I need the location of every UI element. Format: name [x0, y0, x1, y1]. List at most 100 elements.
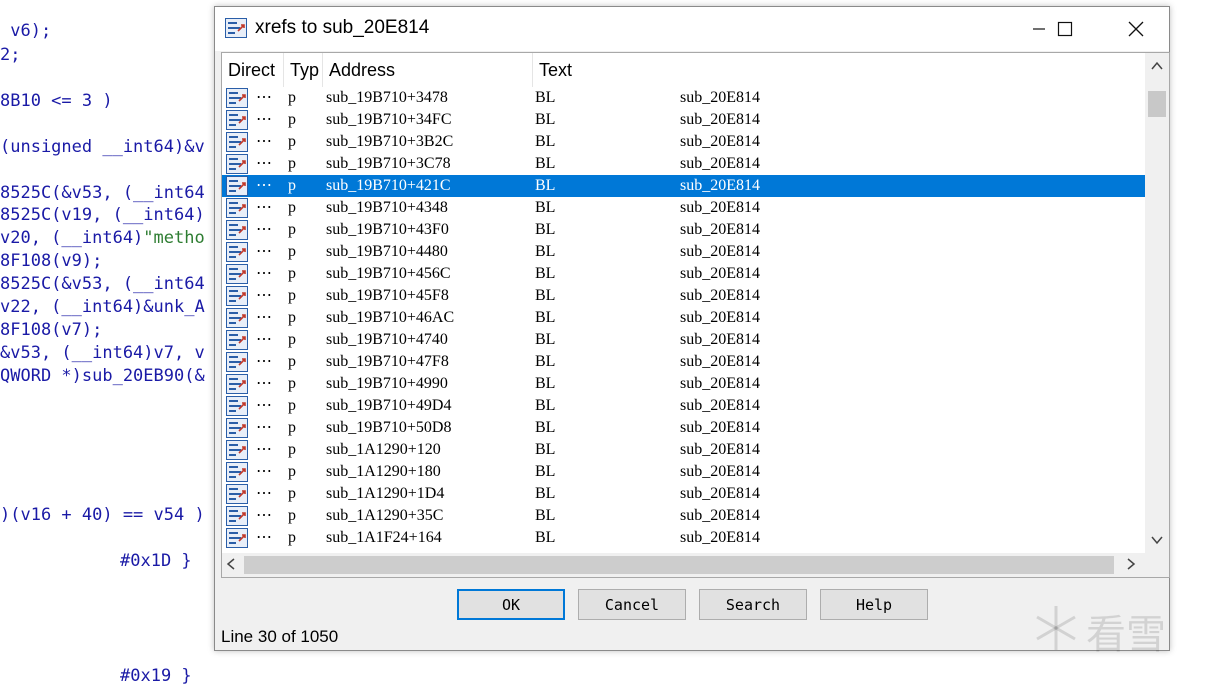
cell-type: p [288, 155, 296, 172]
table-row[interactable]: ⋯ p sub_19B710+46AC BL sub_20E814 [222, 307, 1146, 329]
cell-direction: ⋯ [256, 199, 272, 216]
cell-target: sub_20E814 [680, 353, 760, 370]
ok-button[interactable]: OK [457, 589, 565, 620]
cell-target: sub_20E814 [680, 155, 760, 172]
cell-target: sub_20E814 [680, 529, 760, 546]
table-row[interactable]: ⋯ p sub_1A1290+35C BL sub_20E814 [222, 505, 1146, 527]
cell-target: sub_20E814 [680, 397, 760, 414]
table-row[interactable]: ⋯ p sub_19B710+45F8 BL sub_20E814 [222, 285, 1146, 307]
table-row[interactable]: ⋯ p sub_1A1290+180 BL sub_20E814 [222, 461, 1146, 483]
help-button[interactable]: Help [820, 589, 928, 620]
xref-icon [226, 352, 248, 372]
table-row[interactable]: ⋯ p sub_19B710+50D8 BL sub_20E814 [222, 417, 1146, 439]
code-line: 8525C(v19, (__int64) [0, 204, 205, 226]
cell-address: sub_1A1290+180 [326, 463, 441, 480]
scroll-left-icon[interactable] [226, 558, 236, 574]
list-header: Direct Typ Address Text [222, 53, 1146, 87]
table-row[interactable]: ⋯ p sub_19B710+4480 BL sub_20E814 [222, 241, 1146, 263]
cell-target: sub_20E814 [680, 463, 760, 480]
cell-address: sub_1A1290+35C [326, 507, 444, 524]
column-header-text[interactable]: Text [533, 53, 1146, 87]
cell-address: sub_19B710+43F0 [326, 221, 449, 238]
xref-icon [226, 330, 248, 350]
table-row[interactable]: ⋯ p sub_19B710+3C78 BL sub_20E814 [222, 153, 1146, 175]
code-token: 2; [0, 45, 21, 65]
cell-type: p [288, 375, 296, 392]
cell-address: sub_19B710+3C78 [326, 155, 451, 172]
cell-text: BL [535, 397, 556, 414]
table-row[interactable]: ⋯ p sub_19B710+34FC BL sub_20E814 [222, 109, 1146, 131]
table-row[interactable]: ⋯ p sub_19B710+4740 BL sub_20E814 [222, 329, 1146, 351]
table-row[interactable]: ⋯ p sub_1A1290+1D4 BL sub_20E814 [222, 483, 1146, 505]
cell-type: p [288, 199, 296, 216]
close-icon [1128, 21, 1144, 37]
table-row[interactable]: ⋯ p sub_1A1290+120 BL sub_20E814 [222, 439, 1146, 461]
scroll-up-icon[interactable] [1151, 59, 1163, 75]
table-row[interactable]: ⋯ p sub_19B710+4348 BL sub_20E814 [222, 197, 1146, 219]
xref-icon [226, 154, 248, 174]
dialog-titlebar[interactable]: xrefs to sub_20E814 [215, 7, 1169, 51]
cell-target: sub_20E814 [680, 177, 760, 194]
table-row[interactable]: ⋯ p sub_19B710+3478 BL sub_20E814 [222, 87, 1146, 109]
cell-direction: ⋯ [256, 529, 272, 546]
table-row[interactable]: ⋯ p sub_1A1F24+164 BL sub_20E814 [222, 527, 1146, 549]
dialog-title: xrefs to sub_20E814 [255, 17, 430, 38]
cell-address: sub_19B710+50D8 [326, 419, 452, 436]
cell-text: BL [535, 89, 556, 106]
cancel-button[interactable]: Cancel [578, 589, 686, 620]
cell-target: sub_20E814 [680, 419, 760, 436]
table-row[interactable]: ⋯ p sub_19B710+4990 BL sub_20E814 [222, 373, 1146, 395]
xrefs-list[interactable]: Direct Typ Address Text ⋯ p sub_19B710+347… [221, 52, 1170, 578]
cell-text: BL [535, 155, 556, 172]
vertical-scrollbar[interactable] [1145, 53, 1169, 553]
cell-direction: ⋯ [256, 287, 272, 304]
cell-target: sub_20E814 [680, 133, 760, 150]
horizontal-scrollbar[interactable] [222, 553, 1146, 577]
column-header-address[interactable]: Address [323, 53, 533, 87]
cell-type: p [288, 419, 296, 436]
table-row[interactable]: ⋯ p sub_19B710+43F0 BL sub_20E814 [222, 219, 1146, 241]
code-line: v22, (__int64)&unk_A [0, 296, 205, 318]
code-token: QWORD *)sub_20EB90(& [0, 366, 205, 386]
xref-icon [226, 88, 248, 108]
table-row[interactable]: ⋯ p sub_19B710+456C BL sub_20E814 [222, 263, 1146, 285]
cell-target: sub_20E814 [680, 331, 760, 348]
table-row[interactable]: ⋯ p sub_19B710+49D4 BL sub_20E814 [222, 395, 1146, 417]
column-header-direction[interactable]: Direct [222, 53, 284, 87]
table-row[interactable]: ⋯ p sub_19B710+3B2C BL sub_20E814 [222, 131, 1146, 153]
cell-text: BL [535, 309, 556, 326]
cell-text: BL [535, 133, 556, 150]
cell-direction: ⋯ [256, 463, 272, 480]
horizontal-scroll-thumb[interactable] [244, 556, 1114, 574]
cell-target: sub_20E814 [680, 287, 760, 304]
code-line: &v53, (__int64)v7, v [0, 342, 205, 364]
table-row[interactable]: ⋯ p sub_19B710+421C BL sub_20E814 [222, 175, 1146, 197]
cell-type: p [288, 287, 296, 304]
code-line: 8F108(v7); [0, 319, 102, 341]
scroll-down-icon[interactable] [1151, 533, 1163, 549]
code-line: 8F108(v9); [0, 250, 102, 272]
xref-icon [226, 308, 248, 328]
cell-address: sub_19B710+421C [326, 177, 451, 194]
table-row[interactable]: ⋯ p sub_19B710+47F8 BL sub_20E814 [222, 351, 1146, 373]
code-token: )(v16 + 40) == v54 ) [0, 505, 205, 525]
cell-target: sub_20E814 [680, 507, 760, 524]
code-token: #0x1D } [120, 551, 192, 571]
vertical-scroll-thumb[interactable] [1148, 91, 1166, 117]
close-button[interactable] [1112, 7, 1160, 51]
code-token: &v53, (__int64)v7, v [0, 343, 205, 363]
search-button[interactable]: Search [699, 589, 807, 620]
cell-type: p [288, 243, 296, 260]
scroll-right-icon[interactable] [1126, 558, 1136, 574]
cell-address: sub_19B710+3478 [326, 89, 448, 106]
maximize-button[interactable] [1041, 7, 1089, 51]
code-line: )(v16 + 40) == v54 ) [0, 504, 205, 526]
cell-direction: ⋯ [256, 111, 272, 128]
column-header-type[interactable]: Typ [284, 53, 323, 87]
cell-direction: ⋯ [256, 485, 272, 502]
cell-type: p [288, 485, 296, 502]
cell-text: BL [535, 287, 556, 304]
cell-address: sub_1A1290+1D4 [326, 485, 445, 502]
cell-direction: ⋯ [256, 331, 272, 348]
code-line: v6); [0, 20, 51, 42]
